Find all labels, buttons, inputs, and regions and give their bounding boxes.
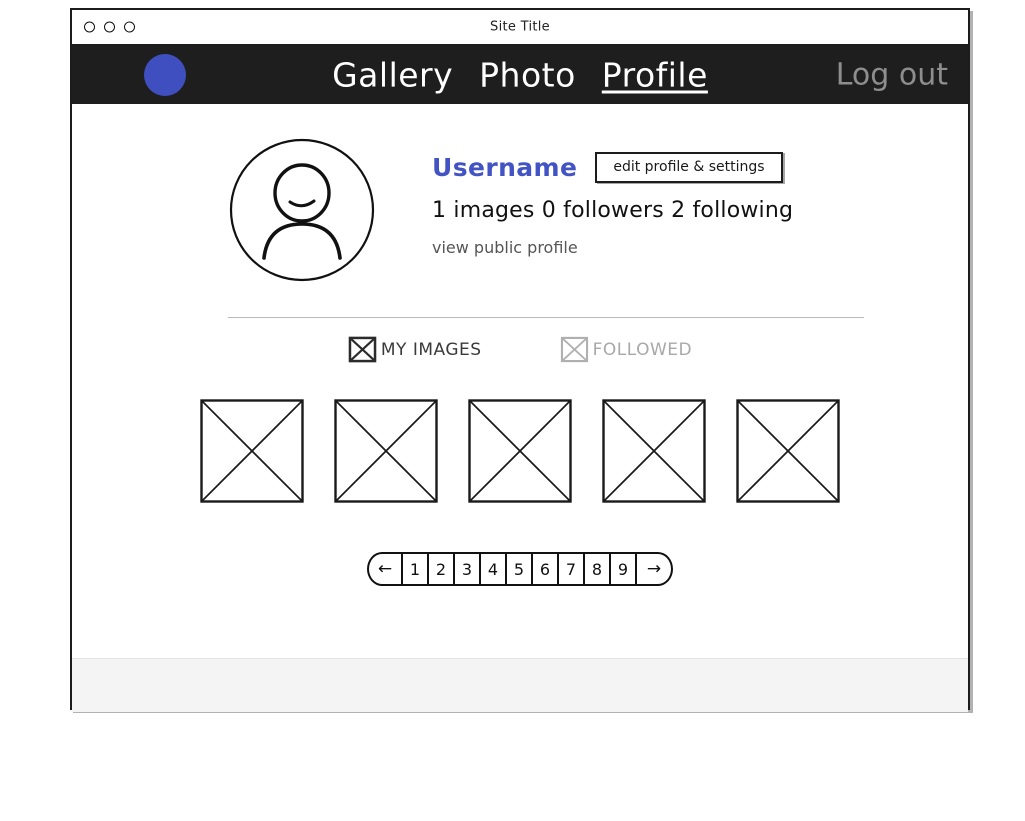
gallery-thumbnail[interactable]	[601, 398, 707, 504]
pagination-wrapper: ← 1 2 3 4 5 6 7 8 9 →	[72, 552, 968, 586]
site-title: Site Title	[490, 19, 550, 35]
pagination-page-1[interactable]: 1	[403, 554, 429, 584]
pagination: ← 1 2 3 4 5 6 7 8 9 →	[367, 552, 673, 586]
pagination-page-5[interactable]: 5	[507, 554, 533, 584]
nav-link-gallery[interactable]: Gallery	[332, 56, 453, 95]
nav-link-profile[interactable]: Profile	[602, 56, 708, 95]
page-content: Username edit profile & settings 1 image…	[72, 104, 968, 712]
pagination-page-7[interactable]: 7	[559, 554, 585, 584]
tab-my-images[interactable]: MY IMAGES	[348, 336, 482, 363]
pagination-page-8[interactable]: 8	[585, 554, 611, 584]
nav-links: Gallery Photo Profile	[72, 56, 968, 95]
brand-avatar-icon[interactable]	[144, 54, 186, 96]
crossed-box-icon	[560, 336, 588, 363]
profile-stats: 1 images 0 followers 2 following	[432, 198, 794, 223]
pagination-page-4[interactable]: 4	[481, 554, 507, 584]
page-footer	[72, 658, 968, 712]
profile-info: Username edit profile & settings 1 image…	[432, 136, 793, 257]
profile-header: Username edit profile & settings 1 image…	[228, 136, 793, 284]
gallery-tabs: MY IMAGES FOLLOWED	[72, 336, 968, 363]
pagination-next-button[interactable]: →	[637, 554, 671, 584]
tab-followed[interactable]: FOLLOWED	[560, 336, 693, 363]
view-public-profile-link[interactable]: view public profile	[432, 238, 793, 257]
nav-link-photo[interactable]: Photo	[479, 56, 576, 95]
edit-profile-settings-button[interactable]: edit profile & settings	[595, 152, 783, 183]
gallery-thumbnail[interactable]	[735, 398, 841, 504]
app-window: Site Title Gallery Photo Profile Log out	[70, 8, 970, 712]
pagination-page-3[interactable]: 3	[455, 554, 481, 584]
screenshot-root: Site Title Gallery Photo Profile Log out	[0, 0, 1025, 821]
pagination-page-6[interactable]: 6	[533, 554, 559, 584]
gallery-thumbnail[interactable]	[199, 398, 305, 504]
top-navbar: Gallery Photo Profile Log out	[72, 46, 968, 104]
username-label: Username	[432, 153, 578, 182]
section-divider	[228, 317, 864, 318]
window-titlebar: Site Title	[72, 10, 968, 46]
logout-button[interactable]: Log out	[836, 58, 948, 93]
user-avatar-icon	[229, 138, 375, 282]
pagination-page-9[interactable]: 9	[611, 554, 637, 584]
pagination-page-2[interactable]: 2	[429, 554, 455, 584]
pagination-prev-button[interactable]: ←	[369, 554, 403, 584]
gallery-thumbnail[interactable]	[333, 398, 439, 504]
gallery-thumbnail[interactable]	[467, 398, 573, 504]
tab-my-images-label: MY IMAGES	[380, 339, 482, 360]
crossed-box-icon	[348, 336, 377, 363]
tab-followed-label: FOLLOWED	[592, 339, 693, 360]
image-grid	[72, 398, 968, 504]
profile-name-row: Username edit profile & settings	[432, 152, 793, 183]
